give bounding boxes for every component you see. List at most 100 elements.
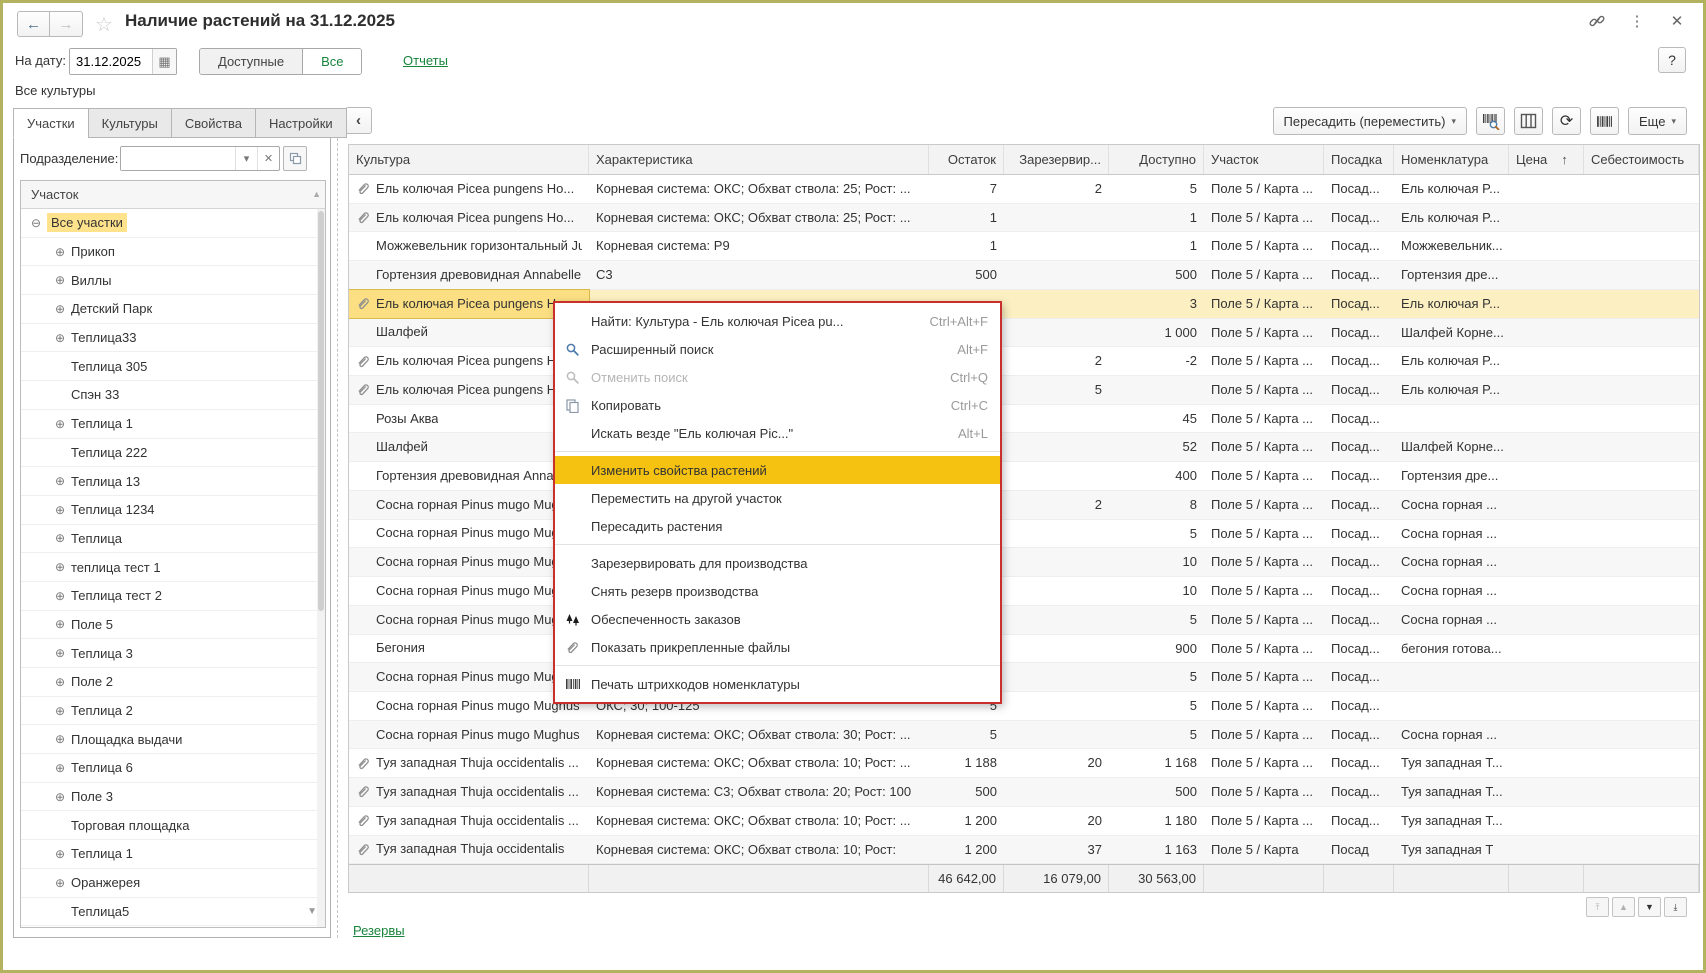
table-row[interactable]: Бегония 900 Поле 5 / Карта ... Посад... …: [349, 635, 1699, 664]
context-menu-item[interactable]: Расширенный поиск Alt+F: [555, 335, 1000, 363]
tree-item[interactable]: ⊕ Площадка выдачи: [21, 725, 325, 754]
table-row[interactable]: Сосна горная Pinus mugo Mughus 10 Поле 5…: [349, 577, 1699, 606]
go-down-button[interactable]: ▼: [1638, 897, 1661, 917]
table-row[interactable]: Туя западная Thuja occidentalis ... Корн…: [349, 778, 1699, 807]
expander-icon[interactable]: ⊕: [55, 589, 71, 603]
col-reserved[interactable]: Зарезервир...: [1004, 145, 1109, 174]
col-nomenclature[interactable]: Номенклатура: [1394, 145, 1509, 174]
table-row[interactable]: Туя западная Thuja occidentalis Корневая…: [349, 836, 1699, 864]
expander-icon[interactable]: ⊕: [55, 617, 71, 631]
tree-item[interactable]: ⊕ Теплица 3: [21, 639, 325, 668]
table-row[interactable]: Сосна горная Pinus mugo Mughus Корневая …: [349, 721, 1699, 750]
table-row[interactable]: Сосна горная Pinus mugo Mughus 5 Поле 5 …: [349, 606, 1699, 635]
expander-icon[interactable]: ⊕: [55, 876, 71, 890]
tree-item[interactable]: ⊕ Теплица 1: [21, 410, 325, 439]
table-row[interactable]: Гортензия древовидная Annabell 400 Поле …: [349, 462, 1699, 491]
table-row[interactable]: Шалфей 52 Поле 5 / Карта ... Посад... Ша…: [349, 433, 1699, 462]
link-icon[interactable]: [1587, 11, 1607, 31]
table-row[interactable]: Ель колючая Picea pungens Ho... Корневая…: [349, 175, 1699, 204]
table-row[interactable]: Сосна горная Pinus mugo Mughus 5 Поле 5 …: [349, 520, 1699, 549]
tree-item[interactable]: ⊕ Виллы: [21, 266, 325, 295]
table-row[interactable]: Ель колючая Picea pungens Ho... Корневая…: [349, 204, 1699, 233]
expander-icon[interactable]: ⊕: [55, 503, 71, 517]
go-first-button[interactable]: ⤒: [1586, 897, 1609, 917]
table-row[interactable]: Ель колючая Picea pungens H 3 Поле 5 / К…: [349, 290, 1699, 319]
context-menu-item[interactable]: Копировать Ctrl+C: [555, 391, 1000, 419]
expander-icon[interactable]: ⊕: [55, 646, 71, 660]
collapse-sidebar-button[interactable]: ‹: [345, 107, 372, 134]
context-menu-item[interactable]: Найти: Культура - Ель колючая Picea pu..…: [555, 307, 1000, 335]
col-cost[interactable]: Себестоимость: [1584, 145, 1699, 174]
table-row[interactable]: Гортензия древовидная Annabelle C3 500 5…: [349, 261, 1699, 290]
tree-item[interactable]: Спэн 33: [21, 381, 325, 410]
expander-icon[interactable]: ⊕: [55, 675, 71, 689]
tree-item[interactable]: ⊕ Теплица: [21, 525, 325, 554]
go-last-button[interactable]: ⤓: [1664, 897, 1687, 917]
col-available[interactable]: Доступно: [1109, 145, 1204, 174]
date-input[interactable]: [70, 49, 152, 74]
back-button[interactable]: ←: [17, 11, 50, 37]
combo-dropdown-icon[interactable]: ▾: [235, 147, 257, 170]
combo-clear-icon[interactable]: ✕: [257, 147, 279, 170]
context-menu-item[interactable]: Изменить свойства растений: [555, 456, 1000, 484]
table-row[interactable]: Можжевельник горизонтальный Juni... Корн…: [349, 232, 1699, 261]
expander-icon[interactable]: ⊕: [55, 331, 71, 345]
table-row[interactable]: Сосна горная Pinus mugo Mughus 10 Поле 5…: [349, 548, 1699, 577]
context-menu-item[interactable]: Печать штрихкодов номенклатуры: [555, 670, 1000, 698]
tree-item[interactable]: Торговая площадка: [21, 811, 325, 840]
close-icon[interactable]: ✕: [1667, 11, 1687, 31]
context-menu-item[interactable]: Показать прикрепленные файлы: [555, 633, 1000, 661]
sidebar-tab[interactable]: Культуры: [88, 108, 172, 138]
department-input[interactable]: [121, 147, 235, 170]
expander-icon[interactable]: ⊕: [55, 847, 71, 861]
expander-icon[interactable]: ⊕: [55, 704, 71, 718]
col-characteristic[interactable]: Характеристика: [589, 145, 929, 174]
tree-item[interactable]: Теплица 305: [21, 352, 325, 381]
expander-icon[interactable]: ⊕: [55, 790, 71, 804]
tree-item[interactable]: ⊕ Прикоп: [21, 238, 325, 267]
context-menu-item[interactable]: Зарезервировать для производства: [555, 549, 1000, 577]
sidebar-tab[interactable]: Участки: [13, 108, 89, 138]
table-row[interactable]: Ель колючая Picea pungens H 5 Поле 5 / К…: [349, 376, 1699, 405]
department-open-button[interactable]: [283, 146, 307, 171]
tree-item[interactable]: ⊖ Все участки: [21, 209, 325, 238]
context-menu-item[interactable]: Снять резерв производства: [555, 577, 1000, 605]
tree-item[interactable]: ⊕ Оранжерея: [21, 869, 325, 898]
context-menu-item[interactable]: Пересадить растения: [555, 512, 1000, 540]
table-row[interactable]: Ель колючая Picea pungens H 2 -2 Поле 5 …: [349, 347, 1699, 376]
context-menu-item[interactable]: Обеспеченность заказов: [555, 605, 1000, 633]
panel-splitter[interactable]: [337, 108, 338, 938]
expander-icon[interactable]: ⊕: [55, 732, 71, 746]
tree-item[interactable]: ⊕ Поле 5: [21, 611, 325, 640]
col-culture[interactable]: Культура: [349, 145, 589, 174]
transplant-button[interactable]: Пересадить (переместить) ▾: [1273, 107, 1467, 135]
tree-item[interactable]: ⊕ Теплица 1234: [21, 496, 325, 525]
go-up-button[interactable]: ▲: [1612, 897, 1635, 917]
table-row[interactable]: Сосна горная Pinus mugo Mughus ОКС; 30; …: [349, 692, 1699, 721]
tree-item[interactable]: ⊕ Теплица33: [21, 324, 325, 353]
refresh-button[interactable]: ⟳: [1552, 107, 1581, 135]
toggle-all-button[interactable]: Все: [302, 49, 361, 74]
tree-scrollbar-thumb[interactable]: [318, 211, 324, 611]
expander-icon[interactable]: ⊕: [55, 245, 71, 259]
col-remainder[interactable]: Остаток: [929, 145, 1004, 174]
favorite-star-icon[interactable]: ☆: [95, 12, 113, 37]
reports-link[interactable]: Отчеты: [403, 53, 448, 68]
table-row[interactable]: Сосна горная Pinus mugo Mughus 2 8 Поле …: [349, 491, 1699, 520]
help-button[interactable]: ?: [1658, 47, 1686, 73]
expander-icon[interactable]: ⊕: [55, 761, 71, 775]
barcode-scan-button[interactable]: [1476, 107, 1505, 135]
expander-icon[interactable]: ⊕: [55, 302, 71, 316]
window-menu-icon[interactable]: ⋮: [1627, 11, 1647, 31]
expander-icon[interactable]: ⊕: [55, 417, 71, 431]
tree-scroll-up-icon[interactable]: ▲: [312, 181, 321, 208]
context-menu-item[interactable]: Переместить на другой участок: [555, 484, 1000, 512]
table-row[interactable]: Розы Аква 45 Поле 5 / Карта ... Посад...: [349, 405, 1699, 434]
reserves-link[interactable]: Резервы: [353, 923, 405, 938]
tree-item[interactable]: ⊕ Теплица 13: [21, 467, 325, 496]
calendar-icon[interactable]: ▦: [152, 49, 176, 74]
expander-icon[interactable]: ⊖: [31, 216, 47, 230]
tree-item[interactable]: ⊕ Поле 3: [21, 783, 325, 812]
context-menu-item[interactable]: Отменить поиск Ctrl+Q: [555, 363, 1000, 391]
context-menu-item[interactable]: Искать везде "Ель колючая Pic..." Alt+L: [555, 419, 1000, 447]
